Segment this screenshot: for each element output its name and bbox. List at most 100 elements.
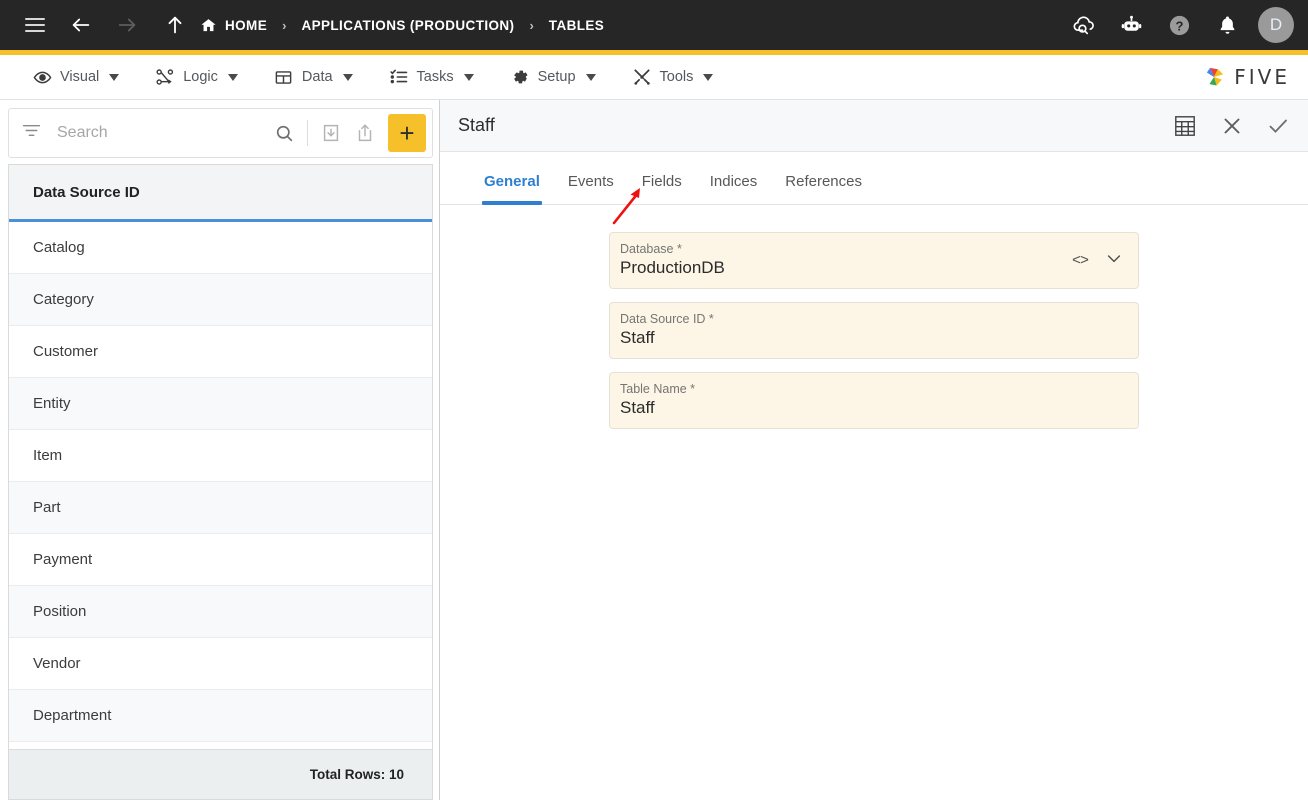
chevron-down-icon [585,73,596,81]
menu-item-tasks[interactable]: Tasks [371,55,492,99]
list-item-empty [9,742,432,749]
chevron-down-icon [227,73,238,81]
general-form: Database * ProductionDB <> Data Source I… [440,205,1308,800]
checklist-icon [389,67,409,87]
detail-header-actions [1172,113,1290,139]
five-logo: FIVE [1201,64,1298,90]
search-toolbar: + [8,108,433,158]
list-item[interactable]: Vendor [9,638,432,690]
bell-icon[interactable] [1210,8,1244,42]
tab-indices[interactable]: Indices [696,173,772,204]
breadcrumb-label: HOME [225,17,268,33]
menu-label: Data [301,69,333,85]
list-item[interactable]: Category [9,274,432,326]
list-item[interactable]: Catalog [9,222,432,274]
tab-events[interactable]: Events [554,173,628,204]
list-footer: Total Rows: 10 [9,749,432,799]
confirm-icon[interactable] [1266,114,1290,138]
list-item[interactable]: Item [9,430,432,482]
menu-item-data[interactable]: Data [256,55,371,99]
forward-arrow-icon [110,8,144,42]
field-actions: <> [1072,248,1124,273]
application-menu-bar: Visual Logic Data Tasks Setup Tools FIVE [0,55,1308,100]
field-table-name[interactable]: Table Name * Staff [609,372,1139,429]
list-item[interactable]: Department [9,690,432,742]
back-arrow-icon[interactable] [64,8,98,42]
chevron-down-icon [342,73,353,81]
cloud-search-icon[interactable] [1066,8,1100,42]
breadcrumb-separator: › [282,17,287,33]
main-body: + Data Source ID Catalog Category Custom… [0,100,1308,800]
list-column-header[interactable]: Data Source ID [9,165,432,222]
detail-panel: Staff General Events Fields Indices Refe… [440,100,1308,800]
menu-label: Visual [60,69,100,85]
close-icon[interactable] [1220,114,1244,138]
detail-header: Staff [440,100,1308,152]
field-label: Table Name * [620,382,696,396]
eye-icon [32,67,52,87]
breadcrumb-label: APPLICATIONS (PRODUCTION) [301,17,515,33]
top-navigation-bar: HOME › APPLICATIONS (PRODUCTION) › TABLE… [0,0,1308,50]
breadcrumb-item-tables[interactable]: TABLES [549,18,604,33]
logo-text: FIVE [1234,65,1290,89]
breadcrumb: HOME › APPLICATIONS (PRODUCTION) › TABLE… [200,17,604,34]
menu-item-logic[interactable]: Logic [137,55,256,99]
breadcrumb-item-home[interactable]: HOME [200,17,267,34]
menu-item-visual[interactable]: Visual [14,55,137,99]
up-arrow-icon[interactable] [158,8,192,42]
list-item[interactable]: Entity [9,378,432,430]
field-label: Database * [620,242,682,256]
field-database[interactable]: Database * ProductionDB <> [609,232,1139,289]
field-label: Data Source ID * [620,312,714,326]
list-rows: Catalog Category Customer Entity Item Pa… [9,222,432,749]
breadcrumb-label: TABLES [548,17,605,33]
app-window: HOME › APPLICATIONS (PRODUCTION) › TABLE… [0,0,1308,800]
total-rows-label: Total Rows: 10 [309,767,404,782]
five-pinwheel-icon [1207,67,1224,86]
toolbar-divider [307,120,308,146]
user-avatar[interactable]: D [1258,7,1294,43]
chevron-down-icon[interactable] [1104,248,1124,273]
tools-icon [632,67,652,87]
field-value: Staff [620,328,655,347]
search-icon[interactable] [267,116,301,150]
tab-fields[interactable]: Fields [628,173,696,204]
menu-label: Setup [537,69,576,85]
column-header-label: Data Source ID [33,183,140,201]
menu-item-tools[interactable]: Tools [614,55,732,99]
field-value: ProductionDB [620,258,725,277]
import-icon[interactable] [314,116,348,150]
list-item[interactable]: Customer [9,326,432,378]
detail-tabs: General Events Fields Indices References [440,152,1308,225]
home-icon [201,18,216,31]
chevron-down-icon [463,73,474,81]
export-icon[interactable] [348,116,382,150]
chevron-down-icon [703,73,714,81]
field-value: Staff [620,398,655,417]
breadcrumb-item-applications[interactable]: APPLICATIONS (PRODUCTION) [301,18,514,33]
filter-icon[interactable] [21,120,43,146]
topbar-actions: ? D [1066,7,1294,43]
list-item[interactable]: Position [9,586,432,638]
help-icon[interactable]: ? [1162,8,1196,42]
svg-text:?: ? [1175,18,1183,33]
add-record-button[interactable]: + [388,114,426,152]
list-item[interactable]: Part [9,482,432,534]
list-item[interactable]: Payment [9,534,432,586]
search-input[interactable] [43,124,267,142]
field-data-source-id[interactable]: Data Source ID * Staff [609,302,1139,359]
sidebar-panel: + Data Source ID Catalog Category Custom… [0,100,440,800]
menu-label: Logic [183,69,218,85]
robot-chat-icon[interactable] [1114,8,1148,42]
page-title: Staff [458,115,495,135]
tab-references[interactable]: References [771,173,876,204]
tab-general[interactable]: General [470,173,554,205]
grid-icon[interactable] [1172,113,1198,139]
breadcrumb-separator: › [529,17,534,33]
data-source-list: Data Source ID Catalog Category Customer… [8,164,433,800]
menu-label: Tools [659,69,694,85]
hamburger-menu-icon[interactable] [18,8,52,42]
menu-label: Tasks [416,69,454,85]
menu-item-setup[interactable]: Setup [492,55,614,99]
code-icon[interactable]: <> [1072,252,1089,269]
